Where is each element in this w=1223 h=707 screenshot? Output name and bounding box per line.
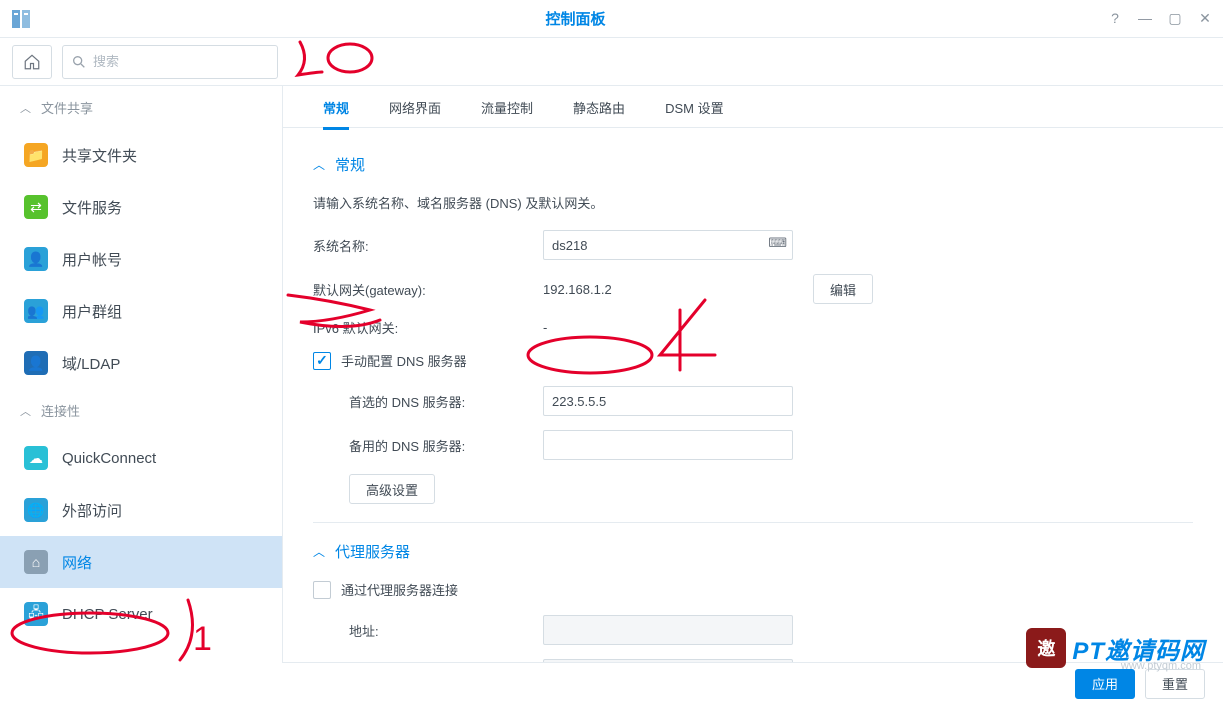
maximize-icon[interactable]: ▢ [1167,10,1183,27]
chevron-up-icon: ︿ [20,403,31,419]
sidebar-item-shared-folder[interactable]: 📁 共享文件夹 [0,129,282,181]
primary-dns-input[interactable] [543,386,793,416]
reset-button[interactable]: 重置 [1145,669,1205,699]
tab-bar: 常规 网络界面 流量控制 静态路由 DSM 设置 [283,86,1223,128]
sidebar-section-label: 文件共享 [41,98,93,117]
chevron-up-icon: ︿ [313,543,325,560]
sidebar-item-label: 共享文件夹 [62,145,137,166]
minimize-icon[interactable]: — [1137,10,1153,27]
sidebar-item-domain-ldap[interactable]: 👤 域/LDAP [0,337,282,389]
ldap-icon: 👤 [24,351,48,375]
system-name-input[interactable] [543,230,793,260]
keyboard-icon[interactable]: ⌨ [768,235,787,251]
dhcp-icon: 🖧 [24,602,48,626]
panel-title: 代理服务器 [335,541,410,562]
edit-gateway-button[interactable]: 编辑 [813,274,873,304]
sidebar-item-label: 文件服务 [62,197,122,218]
tab-general[interactable]: 常规 [323,98,349,130]
sidebar: ︿ 文件共享 📁 共享文件夹 ⇄ 文件服务 👤 用户帐号 👥 用户群组 👤 域/… [0,86,282,662]
sidebar-item-label: DHCP Server [62,606,153,623]
panel-description: 请输入系统名称、域名服务器 (DNS) 及默认网关。 [313,193,1193,212]
chevron-up-icon: ︿ [20,100,31,116]
dns-advanced-button[interactable]: 高级设置 [349,474,435,504]
manual-dns-label: 手动配置 DNS 服务器 [341,351,467,370]
panel-header-proxy[interactable]: ︿ 代理服务器 [313,541,1193,562]
gateway-label: 默认网关(gateway): [313,280,543,299]
system-name-label: 系统名称: [313,236,543,255]
home-button[interactable] [12,45,52,79]
tab-network-interface[interactable]: 网络界面 [389,98,441,127]
proxy-enable-checkbox[interactable] [313,581,331,599]
sidebar-item-label: 用户群组 [62,301,122,322]
sidebar-item-label: QuickConnect [62,450,156,467]
help-icon[interactable]: ? [1107,10,1123,27]
toolbar [0,38,1223,86]
sidebar-item-external-access[interactable]: 🌐 外部访问 [0,484,282,536]
app-icon [10,7,34,31]
search-input[interactable] [93,54,269,69]
content-area: ︿ 常规 请输入系统名称、域名服务器 (DNS) 及默认网关。 系统名称: ⌨ … [283,128,1223,662]
folder-icon: 📁 [24,143,48,167]
panel-title: 常规 [335,154,365,175]
main-panel: 常规 网络界面 流量控制 静态路由 DSM 设置 ︿ 常规 请输入系统名称、域名… [282,86,1223,662]
tab-traffic-control[interactable]: 流量控制 [481,98,533,127]
secondary-dns-label: 备用的 DNS 服务器: [313,436,543,455]
sidebar-item-quickconnect[interactable]: ☁ QuickConnect [0,432,282,484]
sidebar-item-label: 外部访问 [62,500,122,521]
primary-dns-label: 首选的 DNS 服务器: [313,392,543,411]
proxy-enable-label: 通过代理服务器连接 [341,580,458,599]
sidebar-item-label: 网络 [62,552,92,573]
footer-bar: 应用 重置 [282,662,1223,704]
cloud-icon: ☁ [24,446,48,470]
sidebar-item-user[interactable]: 👤 用户帐号 [0,233,282,285]
file-service-icon: ⇄ [24,195,48,219]
sidebar-section-file-sharing[interactable]: ︿ 文件共享 [0,86,282,129]
proxy-address-label: 地址: [313,621,543,640]
sidebar-item-label: 域/LDAP [62,353,120,374]
sidebar-item-file-services[interactable]: ⇄ 文件服务 [0,181,282,233]
sidebar-item-network[interactable]: ⌂ 网络 [0,536,282,588]
gateway-value: 192.168.1.2 [543,282,612,297]
tab-dsm-settings[interactable]: DSM 设置 [665,98,724,127]
close-icon[interactable]: ✕ [1197,10,1213,27]
group-icon: 👥 [24,299,48,323]
sidebar-item-dhcp-server[interactable]: 🖧 DHCP Server [0,588,282,640]
ipv6-gateway-value: - [543,320,547,335]
panel-header-general[interactable]: ︿ 常规 [313,154,1193,175]
chevron-up-icon: ︿ [313,156,325,173]
search-icon [71,54,87,70]
manual-dns-checkbox[interactable] [313,352,331,370]
titlebar: 控制面板 ? — ▢ ✕ [0,0,1223,38]
sidebar-section-label: 连接性 [41,401,80,420]
search-box[interactable] [62,45,278,79]
globe-icon: 🌐 [24,498,48,522]
tab-static-route[interactable]: 静态路由 [573,98,625,127]
proxy-address-input [543,615,793,645]
secondary-dns-input[interactable] [543,430,793,460]
sidebar-item-label: 用户帐号 [62,249,122,270]
sidebar-item-group[interactable]: 👥 用户群组 [0,285,282,337]
sidebar-section-connectivity[interactable]: ︿ 连接性 [0,389,282,432]
window-title: 控制面板 [44,8,1107,29]
network-icon: ⌂ [24,550,48,574]
user-icon: 👤 [24,247,48,271]
ipv6-gateway-label: IPv6 默认网关: [313,318,543,337]
apply-button[interactable]: 应用 [1075,669,1135,699]
